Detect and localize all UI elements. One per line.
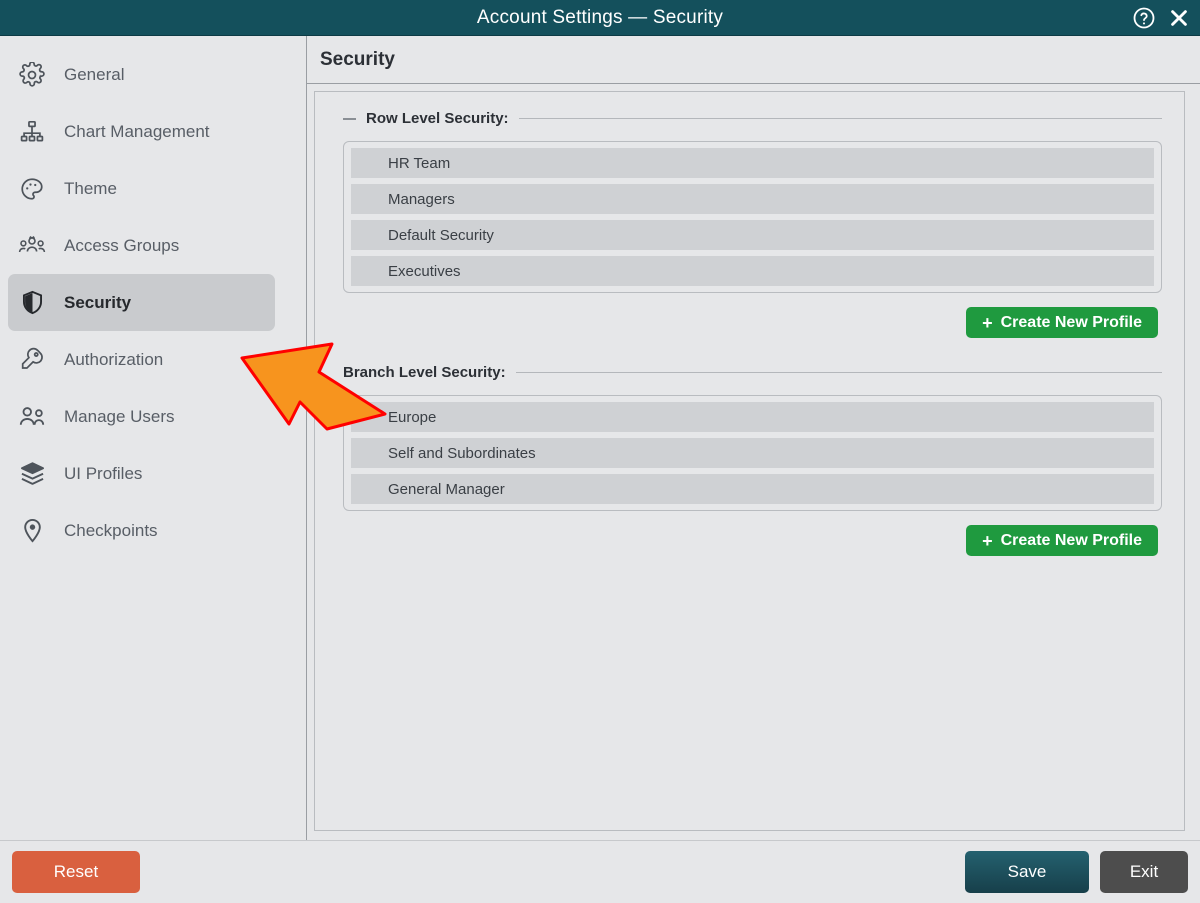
list-item[interactable]: Managers bbox=[351, 184, 1154, 214]
title-bar-actions bbox=[1132, 0, 1190, 36]
settings-sidebar: General Chart Management Theme Access Gr… bbox=[0, 36, 307, 840]
page-title: Security bbox=[320, 48, 395, 70]
row-level-button-row: + Create New Profile bbox=[343, 307, 1162, 338]
section-row-level-security: Row Level Security: HR Team Managers Def… bbox=[343, 110, 1162, 338]
map-pin-icon bbox=[18, 517, 46, 545]
footer-bar: Reset Save Exit bbox=[0, 840, 1200, 903]
section-title: Branch Level Security: bbox=[343, 364, 506, 381]
two-users-icon bbox=[18, 403, 46, 431]
sidebar-item-ui-profiles[interactable]: UI Profiles bbox=[8, 445, 275, 502]
sidebar-item-chart-management[interactable]: Chart Management bbox=[8, 103, 275, 160]
sidebar-item-label: UI Profiles bbox=[64, 463, 143, 483]
sidebar-item-manage-users[interactable]: Manage Users bbox=[8, 388, 275, 445]
sidebar-item-label: General bbox=[64, 64, 125, 84]
branch-level-button-row: + Create New Profile bbox=[343, 525, 1162, 556]
sidebar-item-label: Authorization bbox=[64, 349, 164, 369]
section-title: Row Level Security: bbox=[366, 110, 509, 127]
sidebar-item-label: Chart Management bbox=[64, 121, 210, 141]
section-divider bbox=[518, 118, 1162, 119]
content-header: Security bbox=[307, 36, 1200, 84]
palette-icon bbox=[18, 175, 46, 203]
user-group-icon bbox=[18, 232, 46, 260]
section-header: Row Level Security: bbox=[343, 110, 1162, 127]
settings-content: Security Row Level Security: HR Team Man… bbox=[307, 36, 1200, 840]
key-icon bbox=[18, 346, 46, 374]
section-header: Branch Level Security: bbox=[343, 364, 1162, 381]
shield-icon bbox=[18, 289, 46, 317]
sidebar-item-security[interactable]: Security bbox=[8, 274, 275, 331]
list-item[interactable]: Executives bbox=[351, 256, 1154, 286]
button-label: Create New Profile bbox=[1000, 313, 1142, 331]
plus-icon: + bbox=[982, 312, 993, 333]
list-item[interactable]: Default Security bbox=[351, 220, 1154, 250]
create-new-profile-branch-level-button[interactable]: + Create New Profile bbox=[966, 525, 1158, 556]
list-item[interactable]: Self and Subordinates bbox=[351, 438, 1154, 468]
security-panel: Row Level Security: HR Team Managers Def… bbox=[314, 91, 1185, 831]
reset-button[interactable]: Reset bbox=[12, 851, 140, 893]
row-level-profile-list: HR Team Managers Default Security Execut… bbox=[343, 141, 1162, 293]
exit-button[interactable]: Exit bbox=[1100, 851, 1188, 893]
layers-icon bbox=[18, 460, 46, 488]
sidebar-item-label: Theme bbox=[64, 178, 117, 198]
window-title: Account Settings — Security bbox=[476, 6, 724, 28]
sidebar-item-checkpoints[interactable]: Checkpoints bbox=[8, 502, 275, 559]
list-item[interactable]: Europe bbox=[351, 402, 1154, 432]
sidebar-item-label: Checkpoints bbox=[64, 520, 158, 540]
button-label: Create New Profile bbox=[1000, 531, 1142, 549]
help-circle-icon[interactable] bbox=[1132, 6, 1156, 30]
sidebar-item-label: Security bbox=[64, 292, 132, 312]
save-button[interactable]: Save bbox=[965, 851, 1089, 893]
plus-icon: + bbox=[982, 530, 993, 551]
sidebar-item-access-groups[interactable]: Access Groups bbox=[8, 217, 275, 274]
account-settings-window: Account Settings — Security General Char… bbox=[0, 0, 1200, 903]
collapse-toggle-icon[interactable] bbox=[343, 117, 356, 120]
section-branch-level-security: Branch Level Security: Europe Self and S… bbox=[343, 364, 1162, 556]
list-item[interactable]: HR Team bbox=[351, 148, 1154, 178]
section-divider bbox=[515, 372, 1162, 373]
sidebar-item-label: Manage Users bbox=[64, 406, 175, 426]
close-icon[interactable] bbox=[1168, 7, 1190, 29]
window-body: General Chart Management Theme Access Gr… bbox=[0, 36, 1200, 840]
list-item[interactable]: General Manager bbox=[351, 474, 1154, 504]
gear-icon bbox=[18, 61, 46, 89]
branch-level-profile-list: Europe Self and Subordinates General Man… bbox=[343, 395, 1162, 511]
sidebar-item-label: Access Groups bbox=[64, 235, 180, 255]
sidebar-item-general[interactable]: General bbox=[8, 46, 275, 103]
org-chart-icon bbox=[18, 118, 46, 146]
sidebar-item-theme[interactable]: Theme bbox=[8, 160, 275, 217]
create-new-profile-row-level-button[interactable]: + Create New Profile bbox=[966, 307, 1158, 338]
title-bar: Account Settings — Security bbox=[0, 0, 1200, 36]
sidebar-item-authorization[interactable]: Authorization bbox=[8, 331, 275, 388]
